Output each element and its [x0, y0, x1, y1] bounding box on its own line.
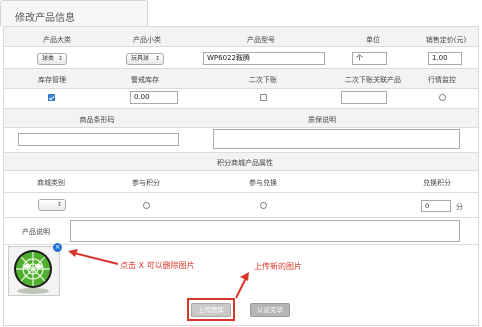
join-points-radio[interactable] — [143, 202, 150, 209]
price-input[interactable]: 1.00 — [428, 52, 462, 65]
mall-category-select[interactable] — [38, 199, 66, 211]
tab-edit-product[interactable]: 修改产品信息 — [0, 0, 148, 26]
exchange-points-input[interactable]: 0 — [421, 200, 451, 212]
unit-input[interactable]: 个 — [352, 52, 387, 65]
upload-gallery-button[interactable]: 上传图库 — [191, 303, 231, 317]
alert-stock-input[interactable]: 0.00 — [130, 91, 178, 104]
header-linked-product: 二次下账关联产品 — [345, 76, 401, 84]
market-monitor-checkbox[interactable] — [439, 94, 446, 101]
barcode-input[interactable] — [18, 133, 179, 146]
confirm-button[interactable]: 认证完毕 — [250, 303, 290, 317]
upload-hint: 上传新的图片 — [254, 262, 302, 271]
secondary-entry-checkbox[interactable] — [260, 94, 267, 101]
header-inventory: 库存管理 — [38, 76, 66, 84]
product-image — [8, 246, 60, 296]
description-label: 产品说明 — [22, 228, 50, 236]
divider — [3, 192, 479, 193]
header-model: 产品型号 — [247, 36, 275, 44]
header-subcategory: 产品小类 — [133, 36, 161, 44]
tab-title: 修改产品信息 — [15, 13, 75, 24]
divider — [3, 46, 479, 47]
subcategory-select[interactable]: 玩具球 — [126, 53, 164, 65]
model-input[interactable]: WP6022鞍腾 — [203, 52, 325, 65]
header-join-points: 参与积分 — [132, 179, 160, 187]
header-mall-category: 商城类别 — [37, 179, 65, 187]
header-secondary-entry: 二次下账 — [249, 76, 277, 84]
delete-hint: 点击 X 可以删除图片 — [120, 261, 195, 270]
points-section-title: 积分商城产品属性 — [217, 159, 273, 167]
header-join-exchange: 参与兑换 — [249, 179, 277, 187]
warranty-textarea[interactable] — [213, 129, 460, 149]
header-alert-stock: 警戒库存 — [131, 76, 159, 84]
category-select[interactable]: 球类 — [37, 53, 67, 65]
description-textarea[interactable] — [70, 220, 460, 242]
header-market-monitor: 行情监控 — [428, 76, 456, 84]
header-barcode: 商品条形码 — [79, 116, 115, 124]
header-unit: 单位 — [366, 36, 380, 44]
linked-product-input[interactable] — [341, 91, 387, 104]
inventory-checkbox[interactable] — [48, 94, 55, 101]
points-unit-label: 分 — [456, 203, 463, 211]
header-price: 销售定价(元) — [425, 36, 467, 44]
join-exchange-radio[interactable] — [260, 202, 267, 209]
header-category: 产品大类 — [43, 36, 71, 44]
header-exchange-points: 兑换积分 — [423, 179, 451, 187]
divider — [3, 88, 479, 89]
divider — [3, 217, 479, 218]
arrow-left-icon — [68, 249, 78, 257]
divider — [3, 170, 479, 171]
divider — [3, 127, 479, 128]
header-warranty: 质保说明 — [308, 116, 336, 124]
